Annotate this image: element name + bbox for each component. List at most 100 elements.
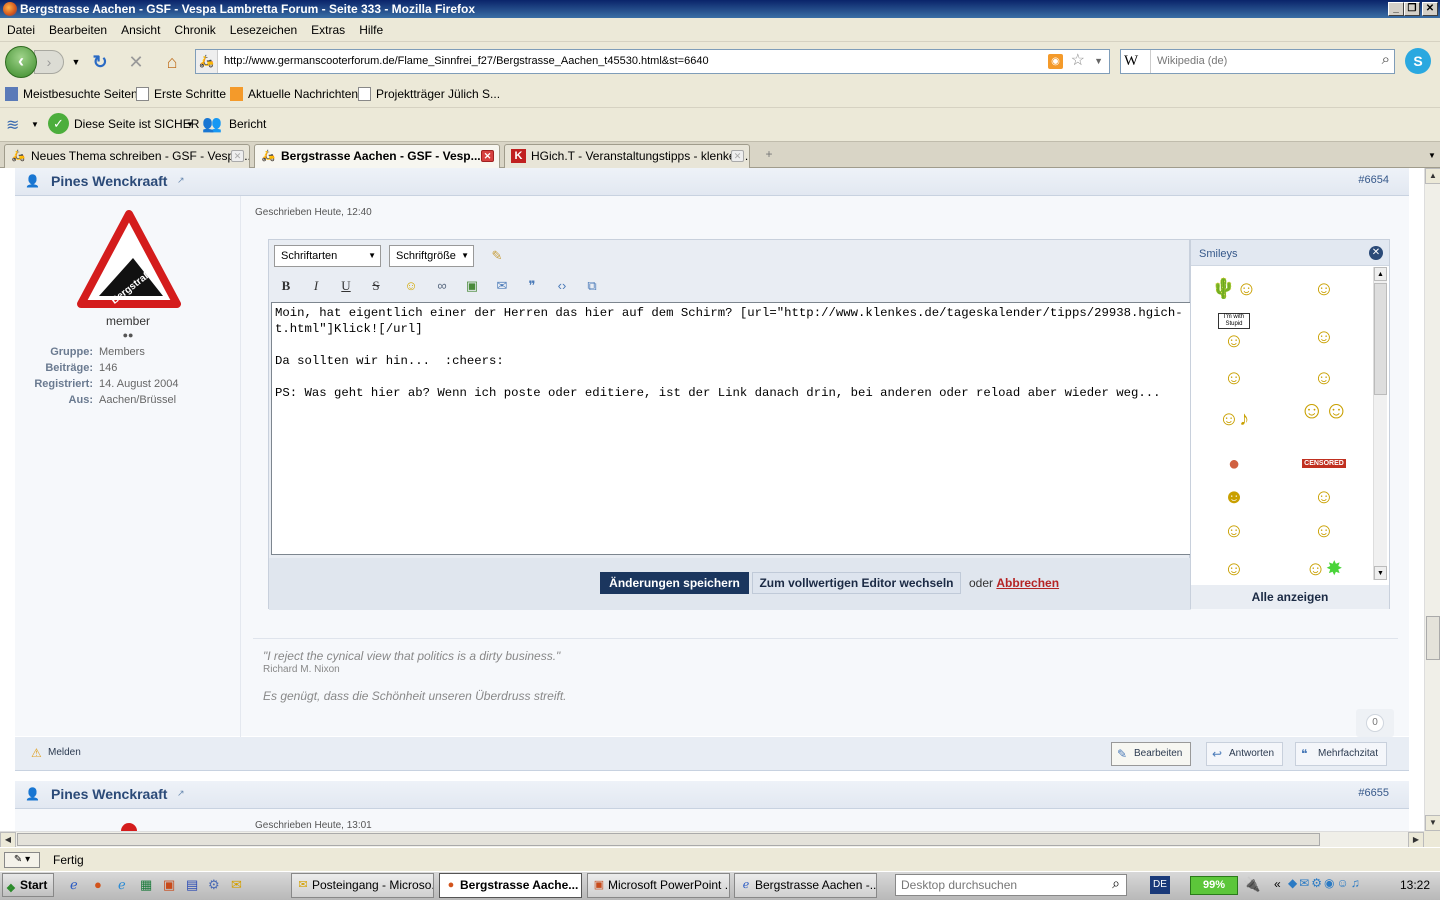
source-icon[interactable]: ⧉	[583, 277, 601, 295]
url-bar[interactable]: 🛵 http://www.germanscooterforum.de/Flame…	[195, 49, 1110, 74]
search-engine-icon[interactable]: W	[1121, 50, 1151, 73]
bookmark-most-visited[interactable]: Meistbesuchte Seiten	[5, 80, 138, 108]
image-icon[interactable]: ▣	[463, 277, 481, 295]
url-dropdown-icon[interactable]: ▼	[1094, 50, 1103, 73]
underline-button[interactable]: U	[337, 277, 355, 295]
next-post-number[interactable]: #6655	[1358, 787, 1389, 799]
smiley-scream[interactable]: ☺	[1294, 485, 1354, 509]
report-button[interactable]: Bericht	[229, 108, 266, 140]
smiley-cheers[interactable]: ☻	[1204, 485, 1264, 509]
chevron-down-icon[interactable]: ▼	[186, 120, 194, 129]
page-horizontal-scrollbar[interactable]: ◀ ▶	[0, 831, 1424, 848]
new-tab-icon[interactable]: +	[758, 147, 780, 165]
quicklaunch-excel-icon[interactable]: ▦	[140, 877, 152, 893]
close-icon[interactable]: ✕	[1369, 246, 1383, 260]
quicklaunch-outlook-icon[interactable]: ✉	[231, 877, 242, 893]
email-icon[interactable]: ✉	[493, 277, 511, 295]
external-link-icon[interactable]: ↗	[177, 788, 185, 799]
smiley-wave[interactable]: ☺	[1294, 519, 1354, 543]
bookmark-project-juelich[interactable]: Projektträger Jülich S...	[358, 80, 500, 108]
menu-bearbeiten[interactable]: Bearbeiten	[42, 18, 114, 42]
smiley-censored[interactable]: CENSORED	[1294, 452, 1354, 476]
smiley-with-stupid[interactable]: I'm with Stupid ☺	[1204, 313, 1264, 357]
task-ie[interactable]: ℯ Bergstrasse Aachen -...	[734, 873, 877, 898]
quicklaunch-ie-icon[interactable]: ℯ	[70, 877, 78, 893]
smiley-cactus[interactable]: 🌵☺	[1204, 277, 1264, 301]
emoticon-icon[interactable]: ☺	[402, 277, 420, 295]
italic-button[interactable]: I	[307, 277, 325, 295]
tab-list-dropdown-icon[interactable]: ▼	[1424, 146, 1440, 166]
chevron-down-icon[interactable]: ▼	[31, 120, 39, 129]
tab-new-topic[interactable]: 🛵 Neues Thema schreiben - GSF - Vespa ...…	[4, 144, 250, 168]
stop-icon[interactable]: ✕	[124, 50, 148, 74]
show-all-smileys-button[interactable]: Alle anzeigen	[1191, 585, 1389, 609]
page-vertical-scrollbar[interactable]: ▲ ▼	[1424, 168, 1440, 831]
remove-format-icon[interactable]: ✎	[488, 247, 506, 265]
smiley-wink[interactable]: ☺	[1294, 277, 1354, 301]
next-post-author[interactable]: Pines Wenckraaft	[51, 784, 167, 804]
font-size-select[interactable]: Schriftgröße ▼	[389, 245, 474, 267]
report-post-button[interactable]: ⚠ Melden	[26, 742, 89, 766]
quicklaunch-powerpoint-icon[interactable]: ▣	[163, 877, 175, 893]
smiley-scrollbar[interactable]: ▲ ▼	[1373, 267, 1387, 580]
avatar[interactable]: Bergstraße	[77, 208, 181, 312]
tab-hgicht[interactable]: K HGich.T - Veranstaltungstipps - klenkes…	[504, 144, 750, 168]
post-text-editor[interactable]: Moin, hat eigentlich einer der Herren da…	[271, 302, 1191, 555]
tab-bergstrasse[interactable]: 🛵 Bergstrasse Aachen - GSF - Vesp... ✕	[254, 144, 500, 169]
smiley-grin[interactable]: ☺	[1294, 366, 1354, 390]
desktop-search-input[interactable]: Desktop durchsuchen	[895, 874, 1127, 896]
font-family-select[interactable]: Schriftarten ▼	[274, 245, 381, 267]
menu-chronik[interactable]: Chronik	[167, 18, 222, 42]
multiquote-button[interactable]: ❝ Mehrfachzitat	[1295, 742, 1388, 766]
post-number[interactable]: #6654	[1358, 174, 1389, 186]
menu-hilfe[interactable]: Hilfe	[352, 18, 390, 42]
minimize-button[interactable]: _	[1388, 2, 1404, 16]
security-status[interactable]: Diese Seite ist SICHER	[74, 108, 199, 140]
home-icon[interactable]: ⌂	[160, 50, 184, 74]
menu-ansicht[interactable]: Ansicht	[114, 18, 167, 42]
reply-button[interactable]: ↩ Antworten	[1206, 742, 1284, 766]
smiley-beer[interactable]: ●	[1204, 452, 1264, 476]
status-tool-icon[interactable]: ✎ ▾	[4, 852, 40, 868]
save-changes-button[interactable]: Änderungen speichern	[600, 572, 749, 594]
close-tab-icon[interactable]: ✕	[731, 150, 744, 162]
strikethrough-button[interactable]: S	[367, 277, 385, 295]
tray-icons[interactable]: ◆✉⚙◉☺♫	[1288, 876, 1362, 890]
forward-button[interactable]: ›	[34, 50, 64, 74]
avatar[interactable]	[121, 823, 137, 831]
wifi-icon[interactable]: ≋	[6, 115, 19, 135]
smiley-popcorn[interactable]: ☺☺	[1294, 399, 1354, 423]
task-powerpoint[interactable]: ▣ Microsoft PowerPoint ...	[587, 873, 730, 898]
bookmark-latest-news[interactable]: Aktuelle Nachrichten	[230, 80, 358, 108]
power-plug-icon[interactable]: 🔌	[1243, 876, 1260, 893]
history-dropdown-icon[interactable]: ▼	[64, 50, 88, 74]
start-button[interactable]: ❖ Start	[2, 873, 54, 897]
restore-button[interactable]: ❐	[1404, 2, 1420, 16]
menu-lesezeichen[interactable]: Lesezeichen	[223, 18, 304, 42]
menu-extras[interactable]: Extras	[304, 18, 352, 42]
bookmark-first-steps[interactable]: Erste Schritte	[136, 80, 226, 108]
show-hidden-icons[interactable]: «	[1274, 877, 1281, 891]
scrollbar-thumb[interactable]	[17, 833, 1320, 846]
close-tab-icon[interactable]: ✕	[231, 150, 244, 162]
scrollbar-thumb[interactable]	[1374, 283, 1387, 395]
task-firefox[interactable]: ● Bergstrasse Aache...	[439, 873, 582, 898]
edit-post-button[interactable]: ✎ Bearbeiten	[1111, 742, 1192, 766]
quicklaunch-ie2-icon[interactable]: ℯ	[118, 877, 126, 893]
back-button[interactable]: ‹	[5, 46, 37, 78]
battery-indicator[interactable]: 99%	[1190, 876, 1238, 895]
full-editor-button[interactable]: Zum vollwertigen Editor wechseln	[752, 572, 961, 594]
reload-icon[interactable]: ↻	[88, 50, 112, 74]
quicklaunch-tool-icon[interactable]: ⚙	[208, 877, 220, 893]
clock[interactable]: 13:22	[1400, 871, 1440, 900]
close-window-button[interactable]: ✕	[1422, 2, 1438, 16]
task-outlook[interactable]: ✉ Posteingang - Microso...	[291, 873, 434, 898]
post-author[interactable]: Pines Wenckraaft	[51, 171, 167, 191]
quicklaunch-word-icon[interactable]: ▤	[186, 877, 198, 893]
reputation-badge[interactable]: 0	[1356, 709, 1394, 737]
link-icon[interactable]: ∞	[433, 277, 451, 295]
code-icon[interactable]: ‹›	[553, 277, 571, 295]
cancel-link[interactable]: Abbrechen	[996, 576, 1059, 590]
skype-icon[interactable]: S	[1405, 48, 1431, 74]
quote-icon[interactable]: ❞	[523, 277, 541, 295]
